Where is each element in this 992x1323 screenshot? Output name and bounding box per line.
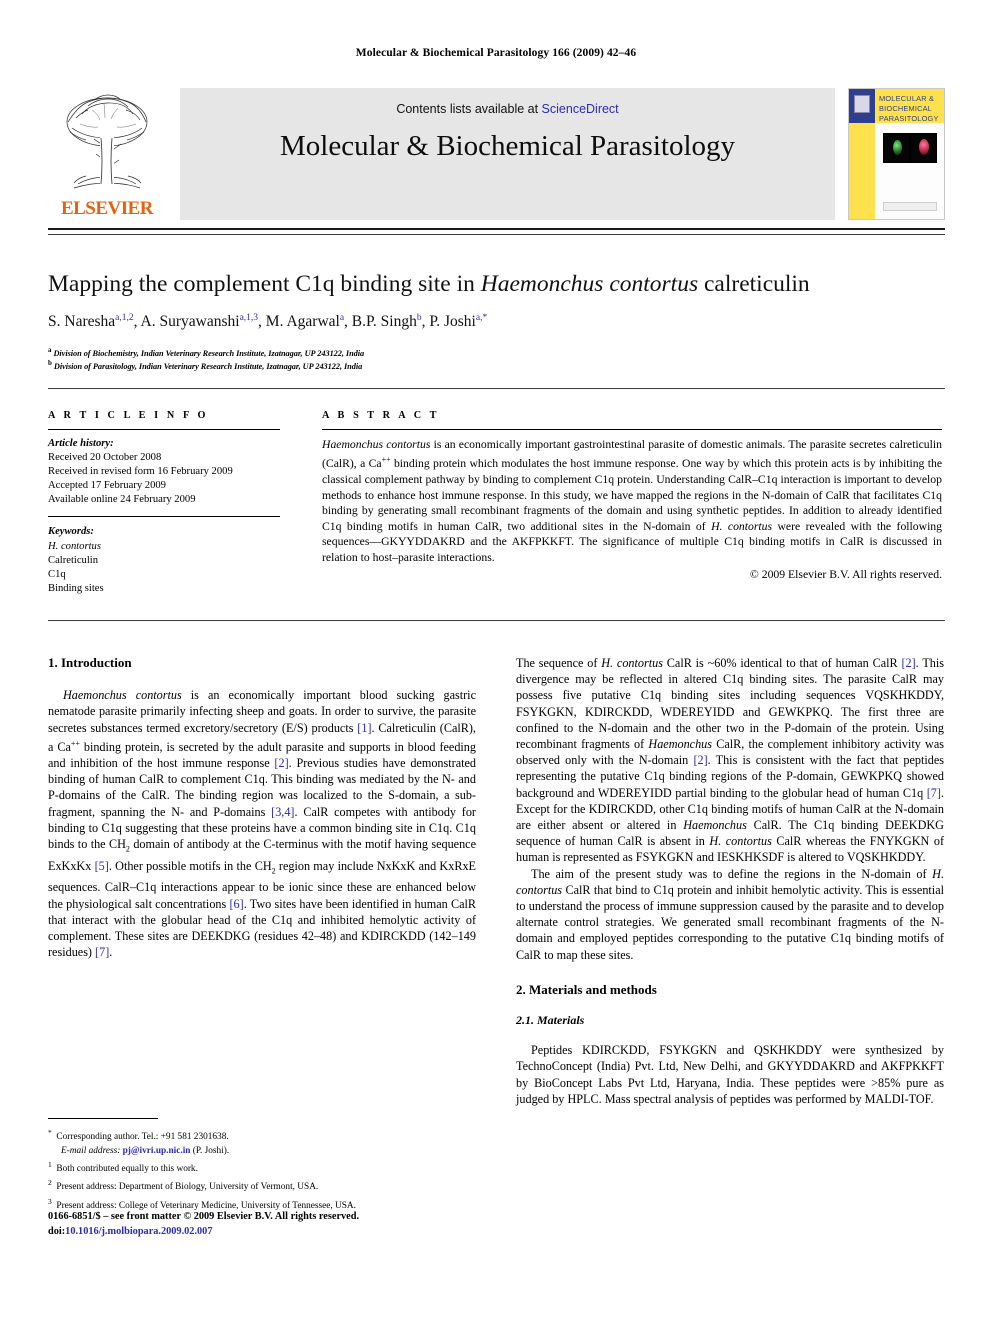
abstract-heading: A B S T R A C T (322, 410, 440, 421)
author-name: M. Agarwal (265, 313, 340, 331)
footnote-note-1-text: Both contributed equally to this work. (56, 1164, 198, 1174)
journal-article-page: Molecular & Biochemical Parasitology 166… (0, 0, 992, 1323)
introduction-heading: 1. Introduction (48, 655, 132, 670)
footnote-email: E-mail address: pj@ivri.up.nic.in (P. Jo… (48, 1145, 476, 1158)
article-history-item: Available online 24 February 2009 (48, 494, 196, 506)
doi-link[interactable]: 10.1016/j.molbiopara.2009.02.007 (65, 1226, 212, 1237)
cover-footer-strip (883, 202, 937, 211)
keywords-divider (48, 516, 280, 518)
author-entry: B.P. Singhb, (352, 313, 430, 330)
journal-title: Molecular & Biochemical Parasitology (279, 130, 736, 162)
masthead-rule-top (48, 228, 945, 230)
article-history-item: Accepted 17 February 2009 (48, 480, 166, 492)
keyword-item: H. contortus (48, 540, 101, 552)
journal-cover-thumbnail: MOLECULAR & BIOCHEMICAL PARASITOLOGY (848, 88, 945, 220)
author-name: A. Suryawanshi (140, 313, 240, 331)
footnote-note-1: 1 Both contributed equally to this work. (48, 1159, 198, 1174)
author-separator: , (258, 313, 266, 331)
materials-heading: 2.1. Materials (516, 1013, 585, 1028)
running-head: Molecular & Biochemical Parasitology 166… (355, 47, 637, 59)
footnote-email-label: E-mail address: (61, 1145, 121, 1156)
body-column-right: The sequence of H. contortus CalR is ~60… (516, 655, 944, 1107)
footnote-email-address[interactable]: pj@ivri.up.nic.in (123, 1146, 191, 1156)
keyword-item: C1q (48, 568, 66, 580)
author-separator: , (133, 313, 141, 331)
cover-micrograph-images (883, 133, 937, 163)
contents-available-line: Contents lists available at ScienceDirec… (180, 102, 835, 116)
article-info-block: A R T I C L E I N F O Article history: R… (48, 410, 280, 596)
page-title: Mapping the complement C1q binding site … (48, 270, 948, 298)
materials-paragraph-1: Peptides KDIRCKDD, FSYKGKN and QSKHKDDY … (516, 1043, 944, 1106)
title-text-part1: Mapping the complement C1q binding site … (48, 271, 481, 297)
affiliation-b: b Division of Parasitology, Indian Veter… (48, 359, 363, 371)
contents-prefix-text: Contents lists available at (396, 102, 542, 116)
elsevier-logo: ELSEVIER (48, 88, 166, 220)
affiliation-b-text: Division of Parasitology, Indian Veterin… (53, 361, 363, 371)
affiliation-a: a Division of Biochemistry, Indian Veter… (48, 346, 365, 358)
title-species-name: Haemonchus contortus (480, 271, 699, 297)
keywords-label: Keywords: (48, 526, 94, 538)
introduction-paragraph-1: Haemonchus contortus is an economically … (48, 688, 476, 960)
footnote-block: * Corresponding author. Tel.: +91 581 23… (48, 1118, 476, 1213)
masthead-rule-bottom (48, 234, 945, 235)
journal-masthead: ELSEVIER Contents lists available at Sci… (48, 88, 945, 220)
author-entry: M. Agarwala, (266, 313, 352, 330)
footnote-divider (48, 1118, 158, 1119)
author-entry: A. Suryawanshia,1,3, (141, 313, 266, 330)
cover-micrograph-green (884, 134, 909, 162)
author-name: P. Joshi (429, 313, 476, 331)
author-separator: , (344, 313, 352, 331)
article-history-label: Article history: (48, 438, 114, 449)
imprint-front-matter: 0166-6851/$ – see front matter © 2009 El… (48, 1211, 360, 1222)
keyword-item: Binding sites (48, 582, 104, 594)
infoblock-rule-bottom (48, 620, 945, 621)
author-entry: S. Nareshaa,1,2, (48, 313, 141, 330)
footnote-note-2-text: Present address: Department of Biology, … (56, 1182, 319, 1193)
imprint-doi-line: doi:10.1016/j.molbiopara.2009.02.007 (48, 1225, 488, 1240)
article-history-item: Received in revised form 16 February 200… (48, 466, 233, 478)
author-name: S. Naresha (48, 313, 116, 331)
author-affil-mark: a,1,2 (115, 313, 134, 323)
infoblock-rule-top (48, 388, 945, 389)
elsevier-tree-icon (66, 94, 148, 189)
author-affil-mark: a,* (475, 313, 488, 323)
methods-heading: 2. Materials and methods (516, 981, 657, 997)
title-text-part2: calreticulin (698, 271, 810, 297)
abstract-species-lead: Haemonchus contortus (322, 438, 431, 451)
cover-corner-block (849, 89, 875, 123)
introduction-paragraph-3: The aim of the present study was to defi… (516, 866, 944, 962)
article-history-item: Received 20 October 2008 (48, 452, 162, 464)
article-info-divider (48, 429, 280, 430)
abstract-text: Haemonchus contortus is an economically … (322, 437, 942, 566)
keyword-item: Calreticulin (48, 554, 99, 566)
footnote-note-2: 2 Present address: Department of Biology… (48, 1178, 319, 1193)
elsevier-wordmark: ELSEVIER (60, 198, 154, 219)
cover-micrograph-red (911, 134, 936, 162)
author-name: B.P. Singh (351, 313, 417, 331)
cover-corner-icon (854, 95, 870, 113)
doi-label: doi: (48, 1225, 66, 1237)
abstract-block: A B S T R A C T Haemonchus contortus is … (322, 410, 942, 581)
cover-title-text: MOLECULAR & BIOCHEMICAL PARASITOLOGY (879, 94, 939, 123)
article-info-heading: A R T I C L E I N F O (48, 410, 209, 421)
footnote-email-suffix: (P. Joshi). (190, 1145, 230, 1156)
journal-header-band: Contents lists available at ScienceDirec… (180, 88, 835, 220)
imprint-block: 0166-6851/$ – see front matter © 2009 El… (48, 1210, 488, 1239)
footnote-corresponding-author: * Corresponding author. Tel.: +91 581 23… (48, 1128, 229, 1143)
author-list: S. Nareshaa,1,2, A. Suryawanshia,1,3, M.… (48, 313, 948, 331)
affiliation-a-text: Division of Biochemistry, Indian Veterin… (53, 348, 365, 358)
body-column-left: 1. Introduction Haemonchus contortus is … (48, 655, 476, 960)
abstract-divider (322, 429, 942, 430)
footnote-corresponding-text: Corresponding author. Tel.: +91 581 2301… (56, 1132, 229, 1143)
introduction-paragraph-2: The sequence of H. contortus CalR is ~60… (516, 656, 945, 865)
author-entry: P. Joshia,* (429, 313, 487, 330)
abstract-body: is an economically important gastrointes… (322, 438, 943, 565)
abstract-copyright: © 2009 Elsevier B.V. All rights reserved… (749, 567, 942, 581)
author-affil-mark: a,1,3 (239, 313, 259, 323)
sciencedirect-link[interactable]: ScienceDirect (542, 102, 619, 116)
